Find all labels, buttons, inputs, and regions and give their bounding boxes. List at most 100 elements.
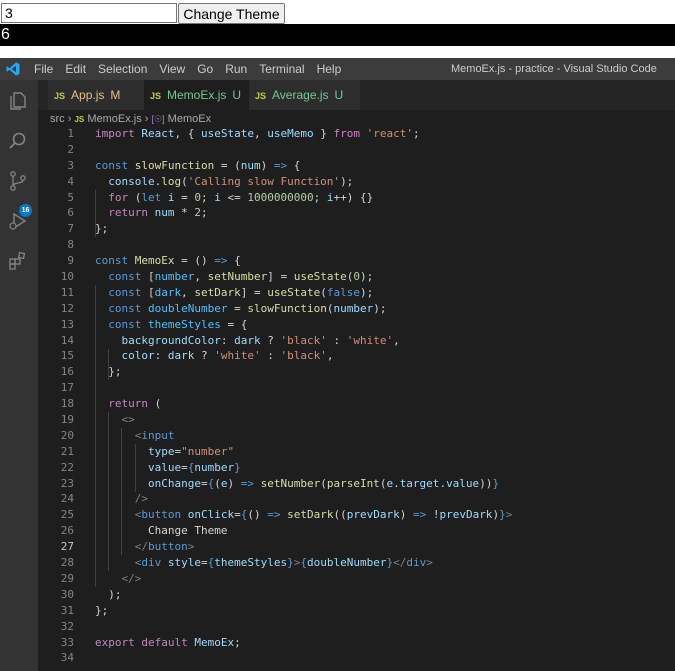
code-editor[interactable]: 1 2 3 4 5 6 7 8 9 10 11 12 13 14 15 16 17 18 19 20 21 22 23 24 2… bbox=[38, 126, 675, 671]
code-area[interactable]: import React, { useState, useMemo } from… bbox=[95, 126, 675, 666]
code-line[interactable]: }; bbox=[95, 221, 675, 237]
code-line[interactable] bbox=[95, 619, 675, 635]
menu-edit[interactable]: Edit bbox=[65, 58, 92, 80]
breadcrumb-symbol[interactable]: MemoEx bbox=[168, 113, 211, 125]
code-line[interactable]: onChange={(e) => setNumber(parseInt(e.ta… bbox=[95, 476, 675, 492]
code-token: target bbox=[399, 476, 440, 490]
code-token: dark bbox=[154, 285, 182, 299]
code-token: . bbox=[393, 476, 400, 490]
code-line[interactable]: <> bbox=[95, 412, 675, 428]
code-token: ); bbox=[373, 301, 387, 315]
tab-average-js[interactable]: JS Average.js U bbox=[249, 80, 360, 110]
code-token: ; bbox=[313, 190, 327, 204]
code-token: number bbox=[194, 460, 235, 474]
number-input[interactable] bbox=[1, 3, 177, 23]
code-line[interactable]: const MemoEx = () => { bbox=[95, 253, 675, 269]
code-line[interactable]: const themeStyles = { bbox=[95, 317, 675, 333]
code-line[interactable]: ); bbox=[95, 587, 675, 603]
code-line[interactable]: value={number} bbox=[95, 460, 675, 476]
menu-run[interactable]: Run bbox=[225, 58, 253, 80]
js-file-icon: JS bbox=[54, 91, 66, 101]
code-token: { bbox=[300, 556, 307, 570]
change-theme-button[interactable]: Change Theme bbox=[178, 3, 285, 24]
code-line[interactable]: /> bbox=[95, 491, 675, 507]
explorer-icon[interactable] bbox=[7, 90, 29, 112]
code-line[interactable] bbox=[95, 650, 675, 666]
code-line[interactable]: const [dark, setDark] = useState(false); bbox=[95, 285, 675, 301]
search-icon[interactable] bbox=[7, 130, 29, 152]
code-line[interactable]: Change Theme bbox=[95, 523, 675, 539]
code-token: return bbox=[108, 206, 155, 220]
menu-go[interactable]: Go bbox=[197, 58, 219, 80]
code-token: } bbox=[499, 508, 506, 522]
code-line[interactable]: }; bbox=[95, 603, 675, 619]
code-token: doubleNumber bbox=[148, 301, 228, 315]
line-number: 22 bbox=[60, 460, 74, 474]
indent-guide bbox=[134, 444, 136, 492]
code-line[interactable]: return ( bbox=[95, 396, 675, 412]
code-line[interactable]: <div style={themeStyles}>{doubleNumber}<… bbox=[95, 555, 675, 571]
code-token: ! bbox=[426, 508, 440, 522]
code-line[interactable] bbox=[95, 142, 675, 158]
line-number: 18 bbox=[60, 397, 74, 411]
code-token: let bbox=[141, 190, 168, 204]
menu-file[interactable]: File bbox=[34, 58, 59, 80]
code-line[interactable]: <button onClick={() => setDark((prevDark… bbox=[95, 507, 675, 523]
source-control-icon[interactable] bbox=[7, 170, 29, 192]
code-token: color bbox=[121, 349, 155, 363]
tab-app-js[interactable]: JS App.js M bbox=[48, 80, 144, 110]
code-token: ( bbox=[148, 397, 162, 411]
code-token: log bbox=[161, 174, 182, 188]
code-token: useState bbox=[293, 270, 347, 284]
line-number: 9 bbox=[67, 254, 74, 268]
line-number: 31 bbox=[60, 603, 74, 617]
line-number: 2 bbox=[67, 142, 74, 156]
code-line[interactable]: type="number" bbox=[95, 444, 675, 460]
line-number: 34 bbox=[60, 651, 74, 665]
code-line[interactable]: export default MemoEx; bbox=[95, 635, 675, 651]
code-token: "number" bbox=[181, 444, 235, 458]
code-line[interactable]: return num * 2; bbox=[95, 205, 675, 221]
code-token: : bbox=[326, 333, 347, 347]
code-line[interactable]: <input bbox=[95, 428, 675, 444]
js-file-icon: JS bbox=[74, 115, 85, 124]
window-title: MemoEx.js - practice - Visual Studio Cod… bbox=[451, 63, 657, 75]
menu-terminal[interactable]: Terminal bbox=[259, 58, 310, 80]
code-line[interactable]: </button> bbox=[95, 539, 675, 555]
extensions-icon[interactable] bbox=[7, 250, 29, 272]
code-token: 'black' bbox=[280, 349, 327, 363]
code-line[interactable]: const [number, setNumber] = useState(0); bbox=[95, 269, 675, 285]
run-debug-icon[interactable] bbox=[7, 210, 29, 232]
breadcrumb-folder[interactable]: src bbox=[50, 113, 65, 125]
tab-memoex-js[interactable]: JS MemoEx.js U bbox=[144, 80, 249, 110]
code-line[interactable]: console.log('Calling slow Function'); bbox=[95, 174, 675, 190]
code-token: doubleNumber bbox=[306, 556, 387, 570]
code-line[interactable]: backgroundColor: dark ? 'black' : 'white… bbox=[95, 333, 675, 349]
line-number: 17 bbox=[60, 381, 74, 395]
menu-view[interactable]: View bbox=[159, 58, 191, 80]
code-line[interactable] bbox=[95, 380, 675, 396]
code-token: number bbox=[333, 301, 374, 315]
code-token: > bbox=[505, 508, 513, 522]
code-token: button bbox=[148, 540, 188, 554]
code-line[interactable]: for (let i = 0; i <= 1000000000; i++) {} bbox=[95, 190, 675, 206]
code-line[interactable]: import React, { useState, useMemo } from… bbox=[95, 126, 675, 142]
code-token: 0 bbox=[194, 190, 201, 204]
menu-selection[interactable]: Selection bbox=[98, 58, 153, 80]
code-line[interactable]: }; bbox=[95, 364, 675, 380]
code-line[interactable] bbox=[95, 237, 675, 253]
line-number: 28 bbox=[60, 556, 74, 570]
code-token: </ bbox=[134, 540, 148, 554]
breadcrumb-file[interactable]: MemoEx.js bbox=[87, 113, 141, 125]
code-line[interactable]: </> bbox=[95, 571, 675, 587]
code-line[interactable]: const doubleNumber = slowFunction(number… bbox=[95, 301, 675, 317]
code-line[interactable]: color: dark ? 'white' : 'black', bbox=[95, 348, 675, 364]
chevron-right-icon: › bbox=[144, 113, 152, 125]
code-token: input bbox=[141, 428, 175, 442]
menu-help[interactable]: Help bbox=[317, 58, 348, 80]
code-line[interactable]: const slowFunction = (num) => { bbox=[95, 158, 675, 174]
